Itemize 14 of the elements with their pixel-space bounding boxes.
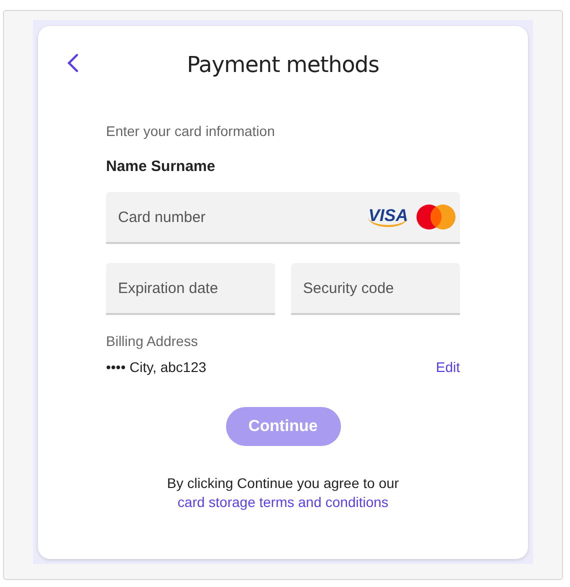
- billing-address: •••• City, abc123: [106, 359, 206, 375]
- agreement-text: By clicking Continue you agree to our: [166, 474, 400, 493]
- input-field[interactable]: Security code: [291, 263, 460, 315]
- instruction-text: Enter your card information: [106, 123, 276, 139]
- page-title: Payment methods: [186, 53, 380, 78]
- input-field[interactable]: Expiration date: [106, 263, 275, 315]
- terms-link[interactable]: card storage terms and conditions: [178, 494, 388, 510]
- card-brand-icon: [416, 204, 456, 230]
- edit-link[interactable]: Edit: [436, 359, 460, 375]
- billing-label: Billing Address: [106, 333, 199, 349]
- back-icon[interactable]: [67, 53, 79, 73]
- cardholder-name: Name Surname: [106, 158, 216, 175]
- card-number-field[interactable]: Card number VISA: [106, 192, 460, 244]
- visa-logo: VISA: [368, 207, 408, 227]
